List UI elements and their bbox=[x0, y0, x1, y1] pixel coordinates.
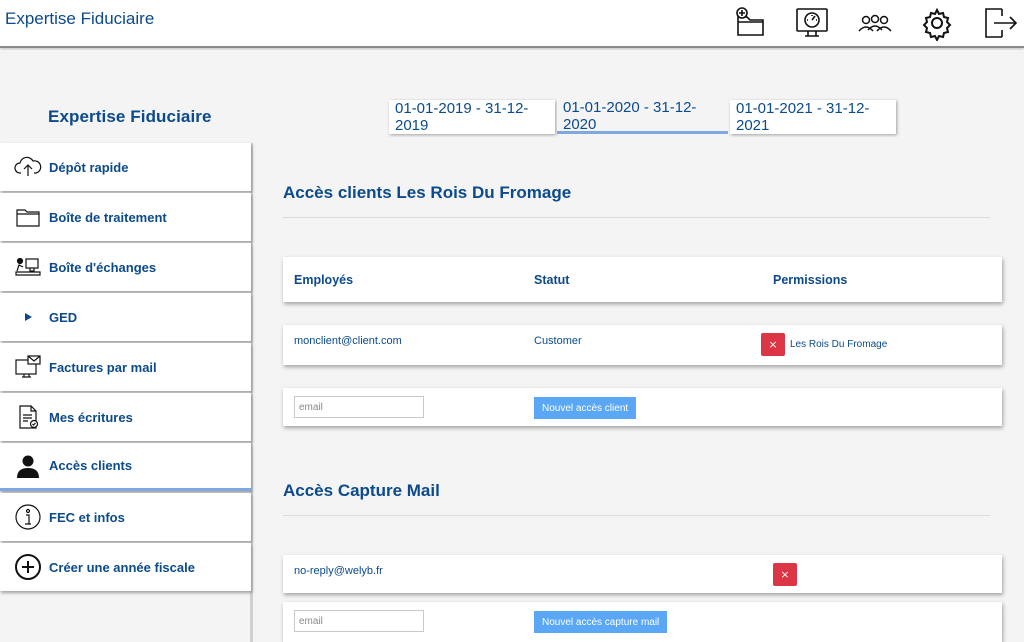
sidebar-item-label: Factures par mail bbox=[49, 359, 157, 375]
employee-email: monclient@client.com bbox=[294, 335, 402, 347]
client-email-input[interactable] bbox=[294, 396, 424, 418]
sidebar-item-depot-rapide[interactable]: Dépôt rapide bbox=[0, 143, 251, 191]
column-header-permissions: Permissions bbox=[773, 273, 848, 287]
permission-label: Les Rois Du Fromage bbox=[790, 339, 888, 350]
new-capture-access-row: Nouvel accès capture mail bbox=[283, 602, 1002, 642]
sidebar-item-label: Boîte d'échanges bbox=[49, 259, 157, 275]
new-client-access-button[interactable]: Nouvel accès client bbox=[534, 397, 637, 419]
add-folder-icon[interactable] bbox=[730, 3, 770, 43]
column-header-status: Statut bbox=[534, 273, 570, 287]
sidebar-item-label: FEC et infos bbox=[49, 509, 125, 525]
sidebar-item-boite-traitement[interactable]: Boîte de traitement bbox=[0, 193, 251, 241]
sidebar-item-factures-mail[interactable]: Factures par mail bbox=[0, 343, 251, 391]
divider bbox=[283, 515, 990, 516]
column-header-employees: Employés bbox=[294, 273, 354, 287]
logout-icon[interactable] bbox=[980, 3, 1020, 43]
info-icon bbox=[14, 503, 42, 531]
sidebar-item-label: Mes écritures bbox=[49, 409, 133, 425]
capture-email-input[interactable] bbox=[294, 610, 424, 632]
table-row: no-reply@welyb.fr × bbox=[283, 555, 1002, 593]
sidebar-item-boite-echanges[interactable]: Boîte d'échanges bbox=[0, 243, 251, 291]
users-icon[interactable] bbox=[855, 3, 895, 43]
employee-status: Customer bbox=[534, 335, 582, 347]
mail-monitor-icon bbox=[14, 353, 42, 381]
remove-permission-button[interactable]: × bbox=[761, 333, 785, 356]
sidebar-item-label: Accès clients bbox=[49, 458, 133, 473]
company-name: Expertise Fiduciaire bbox=[48, 107, 212, 126]
sidebar-item-ged[interactable]: GED bbox=[0, 293, 251, 341]
gear-icon[interactable] bbox=[917, 3, 957, 43]
sidebar-item-mes-ecritures[interactable]: Mes écritures bbox=[0, 393, 251, 441]
person-icon bbox=[14, 452, 42, 480]
tab-year-2021[interactable]: 01-01-2021 - 31-12-2021 bbox=[730, 100, 896, 134]
desk-exchange-icon bbox=[14, 253, 42, 281]
tab-year-2019[interactable]: 01-01-2019 - 31-12-2019 bbox=[389, 100, 555, 134]
dashboard-icon[interactable] bbox=[792, 3, 832, 43]
sidebar-item-label: Dépôt rapide bbox=[49, 159, 129, 175]
top-bar: Expertise Fiduciaire bbox=[0, 0, 1024, 48]
sidebar-item-label: GED bbox=[49, 309, 78, 325]
app-title: Expertise Fiduciaire bbox=[5, 9, 155, 28]
new-client-access-row: Nouvel accès client bbox=[283, 388, 1002, 426]
new-capture-access-button[interactable]: Nouvel accès capture mail bbox=[534, 611, 668, 633]
divider bbox=[283, 217, 990, 218]
clients-table-header: Employés Statut Permissions bbox=[283, 257, 1002, 302]
sidebar-item-label: Créer une année fiscale bbox=[49, 559, 195, 575]
sidebar-item-fec-infos[interactable]: FEC et infos bbox=[0, 493, 251, 541]
plus-circle-icon bbox=[14, 553, 42, 581]
main-content: Accès clients Les Rois Du Fromage Employ… bbox=[256, 143, 1024, 642]
tab-year-2020[interactable]: 01-01-2020 - 31-12-2020 bbox=[557, 99, 728, 134]
sidebar: Dépôt rapide Boîte de traitement Boîte d… bbox=[0, 143, 253, 642]
remove-capture-button[interactable]: × bbox=[773, 563, 797, 586]
clients-section-title: Accès clients Les Rois Du Fromage bbox=[283, 183, 572, 202]
sidebar-item-creer-annee[interactable]: Créer une année fiscale bbox=[0, 543, 251, 591]
cloud-upload-icon bbox=[14, 153, 42, 181]
table-row: monclient@client.com Customer × Les Rois… bbox=[283, 325, 1002, 365]
sidebar-item-acces-clients[interactable]: Accès clients bbox=[0, 443, 251, 491]
folder-icon bbox=[14, 203, 42, 231]
play-icon bbox=[14, 303, 42, 331]
capture-email: no-reply@welyb.fr bbox=[294, 565, 383, 577]
capture-section-title: Accès Capture Mail bbox=[283, 481, 440, 500]
sidebar-item-label: Boîte de traitement bbox=[49, 209, 167, 225]
document-check-icon bbox=[14, 403, 42, 431]
